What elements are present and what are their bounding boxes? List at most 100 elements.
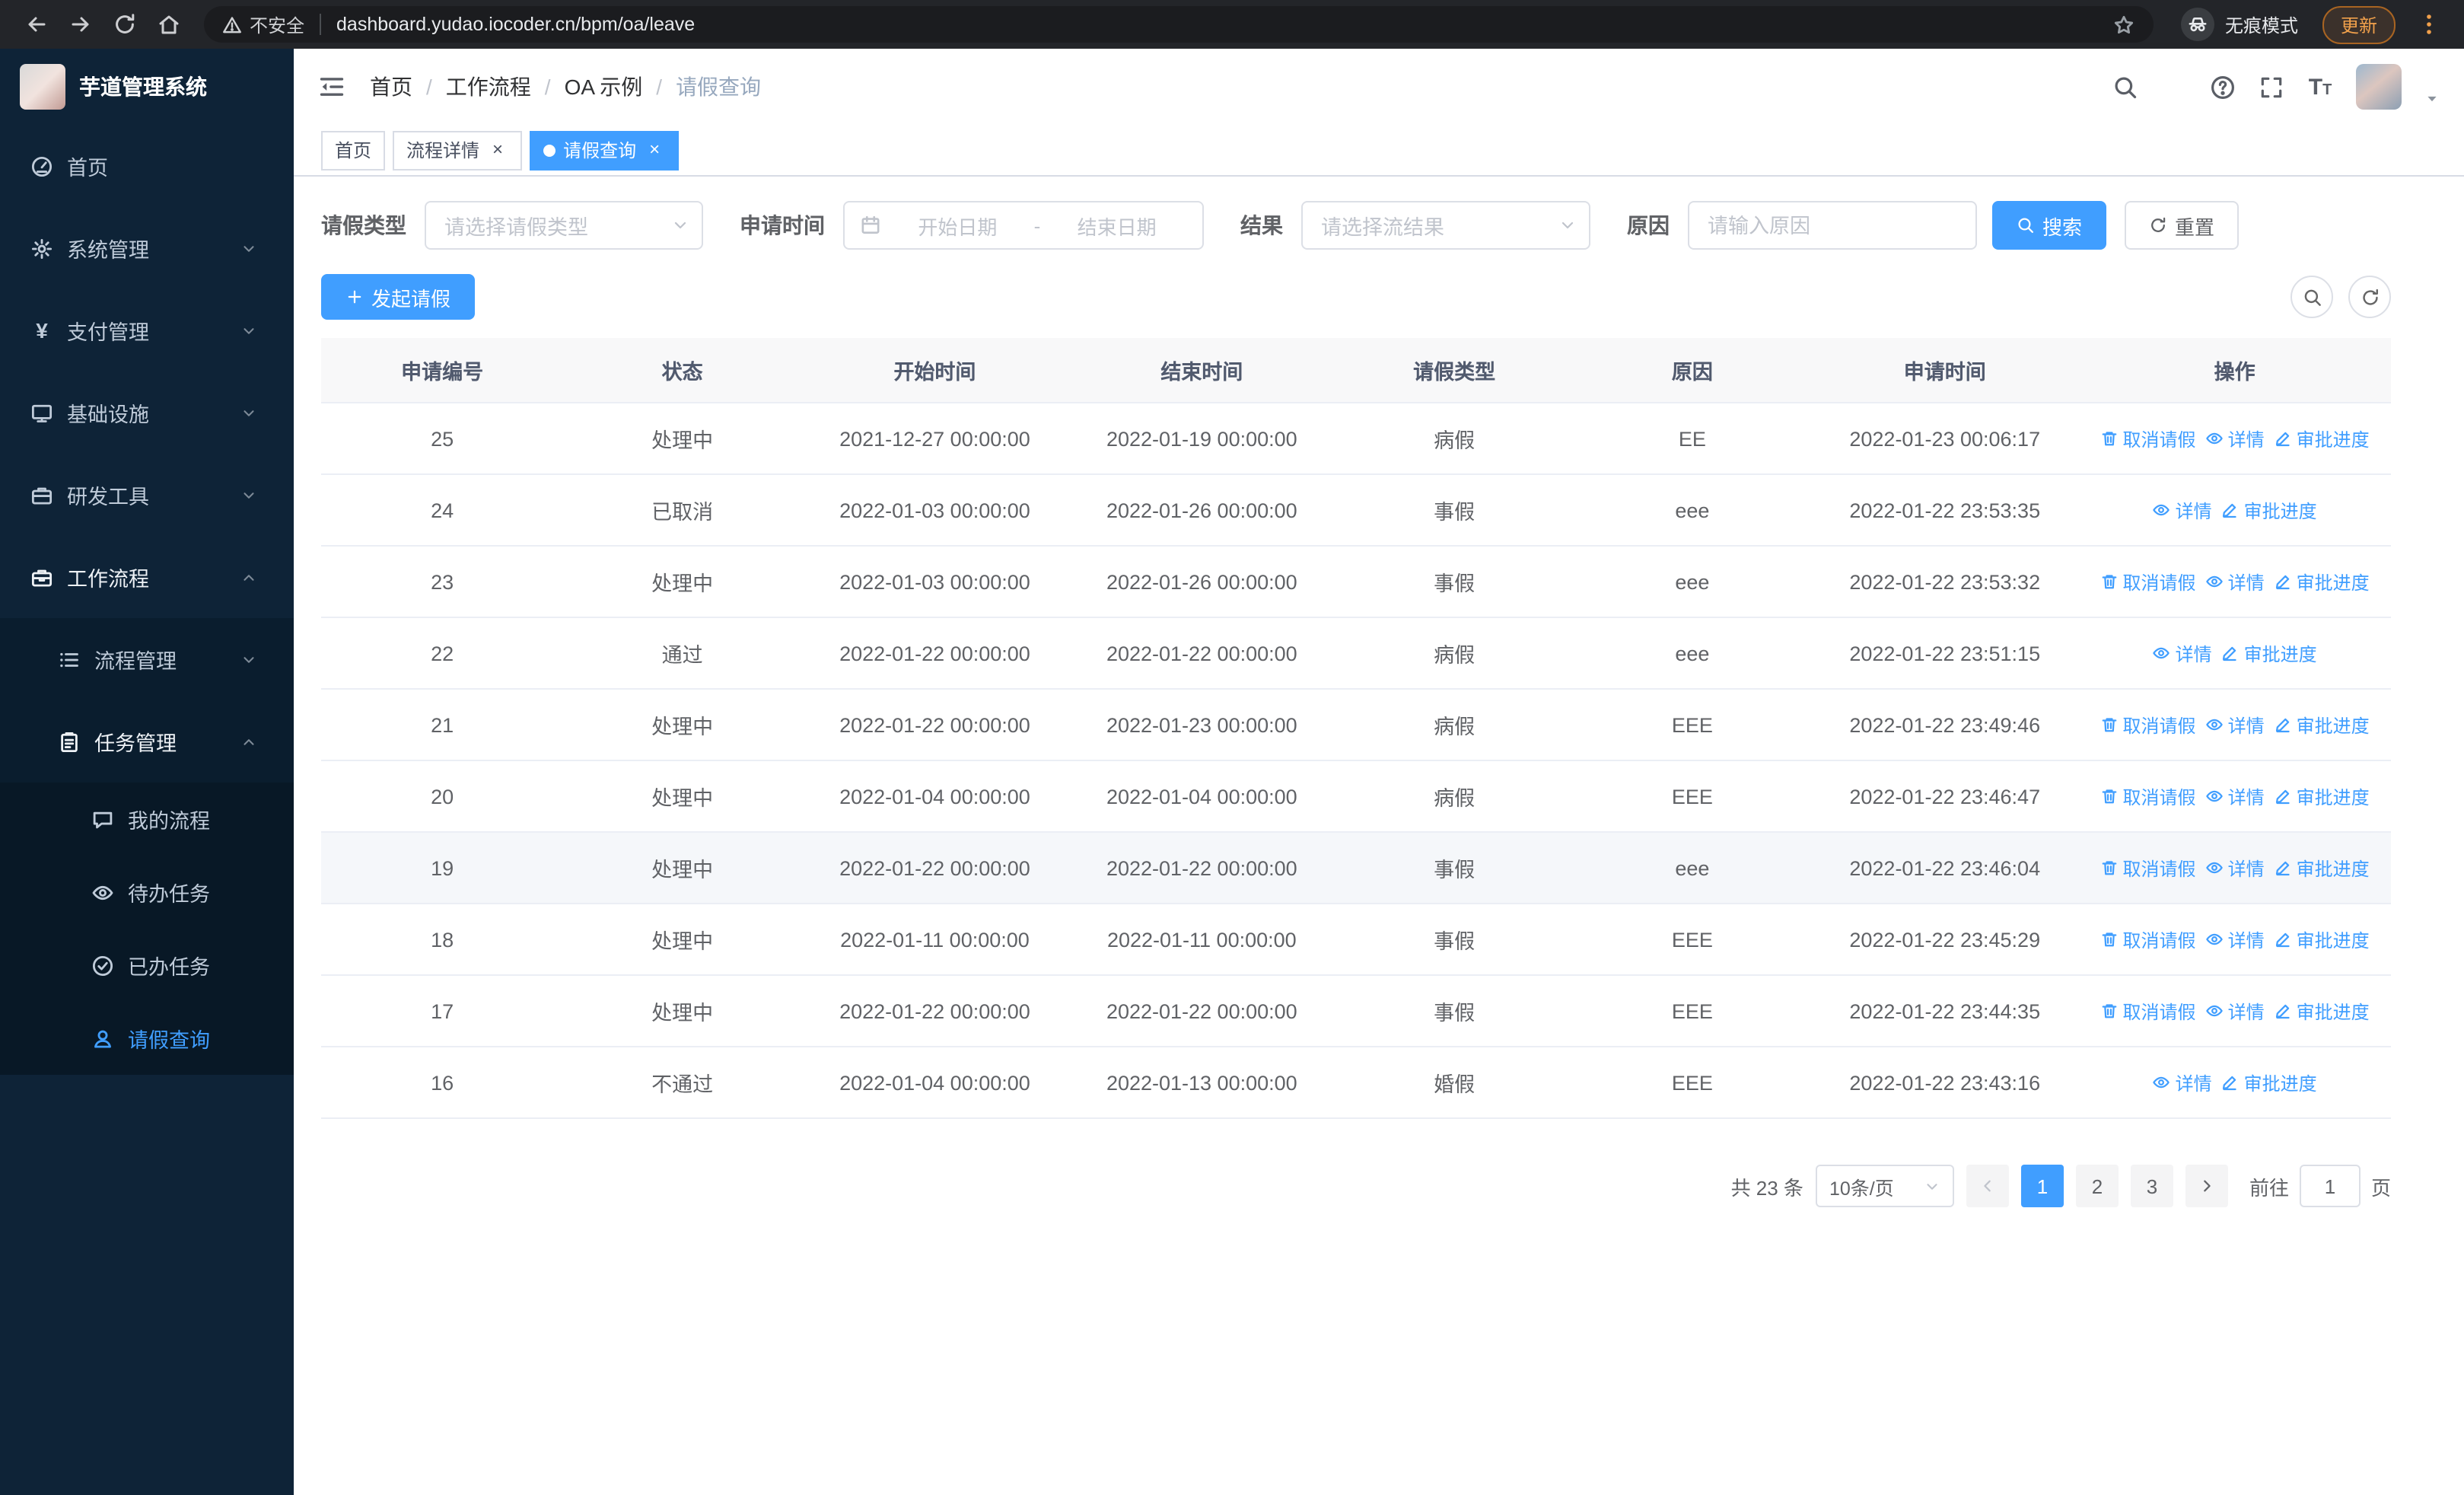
- cell-status: 不通过: [563, 1047, 801, 1119]
- detail-action-link[interactable]: 详情: [2205, 426, 2265, 451]
- sidebar-item-workflow[interactable]: 工作流程: [0, 536, 294, 618]
- breadcrumb-item[interactable]: 首页: [370, 72, 412, 102]
- address-bar[interactable]: 不安全 dashboard.yudao.iocoder.cn/bpm/oa/le…: [204, 6, 2154, 43]
- sidebar-item-system[interactable]: 系统管理: [0, 207, 294, 289]
- detail-action-link[interactable]: 详情: [2205, 783, 2265, 809]
- browser-refresh-button[interactable]: [103, 4, 145, 45]
- user-avatar[interactable]: [2356, 64, 2402, 110]
- close-icon[interactable]: ×: [487, 139, 508, 161]
- font-size-button[interactable]: TT: [2307, 74, 2333, 100]
- apply-time-range-picker[interactable]: 开始日期 - 结束日期: [843, 201, 1204, 250]
- detail-action-link[interactable]: 详情: [2153, 1069, 2212, 1095]
- cancel-action-link[interactable]: 取消请假: [2100, 712, 2196, 738]
- reset-button[interactable]: 重置: [2125, 201, 2240, 250]
- result-select[interactable]: 请选择流结果: [1301, 201, 1590, 250]
- tab-process-detail[interactable]: 流程详情 ×: [393, 130, 523, 170]
- cell-apply_time: 2022-01-22 23:53:35: [1811, 474, 2079, 547]
- progress-action-link[interactable]: 审批进度: [2274, 426, 2370, 451]
- progress-action-link[interactable]: 审批进度: [2221, 640, 2317, 666]
- list-icon: [58, 648, 81, 671]
- cell-reason: EEE: [1573, 904, 1812, 976]
- chat-icon: [91, 808, 114, 830]
- detail-action-link[interactable]: 详情: [2205, 998, 2265, 1024]
- sidebar-item-home[interactable]: 首页: [0, 125, 294, 207]
- browser-forward-button[interactable]: [59, 4, 100, 45]
- cell-end_time: 2022-01-22 00:00:00: [1068, 832, 1335, 904]
- page-size-select[interactable]: 10条/页: [1815, 1165, 1954, 1207]
- browser-menu-button[interactable]: [2408, 4, 2449, 45]
- tab-home[interactable]: 首页: [321, 130, 386, 170]
- table-search-button[interactable]: [2291, 276, 2333, 318]
- table-refresh-button[interactable]: [2348, 276, 2391, 318]
- cell-apply_time: 2022-01-23 00:06:17: [1811, 403, 2079, 475]
- cancel-action-link[interactable]: 取消请假: [2100, 783, 2196, 809]
- sidebar-item-infrastructure[interactable]: 基础设施: [0, 371, 294, 454]
- sidebar-item-task-management[interactable]: 任务管理: [0, 700, 294, 783]
- browser-home-button[interactable]: [148, 4, 189, 45]
- reason-input[interactable]: [1688, 201, 1977, 250]
- detail-action-link[interactable]: 详情: [2153, 640, 2212, 666]
- progress-action-link[interactable]: 审批进度: [2221, 1069, 2317, 1095]
- sidebar-item-todo-task[interactable]: 待办任务: [0, 856, 294, 929]
- table-row: 24 已取消 2022-01-03 00:00:00 2022-01-26 00:00…: [321, 474, 2391, 547]
- next-page-button[interactable]: [2185, 1165, 2228, 1207]
- progress-action-link[interactable]: 审批进度: [2274, 712, 2370, 738]
- detail-action-link[interactable]: 详情: [2205, 855, 2265, 881]
- header-search-button[interactable]: [2112, 74, 2138, 100]
- leave-type-select[interactable]: 请选择请假类型: [425, 201, 703, 250]
- close-icon[interactable]: ×: [644, 139, 665, 161]
- cell-status: 处理中: [563, 546, 801, 618]
- page-numbers: 123: [2020, 1165, 2173, 1207]
- sidebar-item-process-management[interactable]: 流程管理: [0, 618, 294, 700]
- search-submit-button[interactable]: 搜索: [1992, 201, 2107, 250]
- sidebar-item-done-task[interactable]: 已办任务: [0, 929, 294, 1002]
- sidebar-item-my-process[interactable]: 我的流程: [0, 783, 294, 856]
- tab-leave-query[interactable]: 请假查询 ×: [530, 130, 680, 170]
- cancel-action-link[interactable]: 取消请假: [2100, 998, 2196, 1024]
- progress-action-link[interactable]: 审批进度: [2274, 998, 2370, 1024]
- goto-page-input[interactable]: [2299, 1165, 2361, 1207]
- detail-action-link[interactable]: 详情: [2205, 712, 2265, 738]
- prev-page-button[interactable]: [1966, 1165, 2009, 1207]
- page-number-2[interactable]: 2: [2075, 1165, 2119, 1207]
- page-unit-label: 页: [2370, 1176, 2391, 1199]
- sidebar-item-leave-query[interactable]: 请假查询: [0, 1002, 294, 1075]
- search-icon: [2017, 216, 2035, 234]
- breadcrumb-item[interactable]: OA 示例: [565, 72, 643, 102]
- progress-action-link[interactable]: 审批进度: [2274, 926, 2370, 952]
- github-link[interactable]: [2161, 74, 2187, 100]
- sidebar-toggle-button[interactable]: [318, 73, 345, 100]
- progress-action-link[interactable]: 审批进度: [2274, 569, 2370, 594]
- sidebar-item-devtools[interactable]: 研发工具: [0, 454, 294, 536]
- create-leave-button[interactable]: 发起请假: [321, 274, 476, 320]
- cancel-action-link[interactable]: 取消请假: [2100, 926, 2196, 952]
- security-chip[interactable]: 不安全: [222, 11, 304, 37]
- divider: [320, 14, 322, 35]
- detail-action-link[interactable]: 详情: [2153, 497, 2212, 523]
- browser-back-button[interactable]: [15, 4, 56, 45]
- cancel-action-link[interactable]: 取消请假: [2100, 426, 2196, 451]
- detail-action-link[interactable]: 详情: [2205, 926, 2265, 952]
- detail-action-link[interactable]: 详情: [2205, 569, 2265, 594]
- fullscreen-button[interactable]: [2259, 74, 2284, 100]
- page-size-label: 10条/页: [1829, 1178, 1894, 1199]
- help-button[interactable]: [2210, 74, 2236, 100]
- sidebar-item-payment[interactable]: ¥ 支付管理: [0, 289, 294, 371]
- page-number-1[interactable]: 1: [2020, 1165, 2064, 1207]
- progress-action-link[interactable]: 审批进度: [2274, 783, 2370, 809]
- browser-chrome: 不安全 dashboard.yudao.iocoder.cn/bpm/oa/le…: [0, 0, 2464, 49]
- page-number-3[interactable]: 3: [2130, 1165, 2173, 1207]
- caret-down-icon[interactable]: [2424, 91, 2440, 107]
- cancel-action-link[interactable]: 取消请假: [2100, 569, 2196, 594]
- cell-end_time: 2022-01-04 00:00:00: [1068, 760, 1335, 833]
- app-logo[interactable]: 芋道管理系统: [0, 49, 294, 125]
- update-button[interactable]: 更新: [2322, 5, 2396, 43]
- progress-action-link[interactable]: 审批进度: [2274, 855, 2370, 881]
- cancel-action-link[interactable]: 取消请假: [2100, 855, 2196, 881]
- bookmark-star-icon[interactable]: [2112, 13, 2135, 36]
- app-root: 芋道管理系统 首页 系统管理 ¥ 支付管理 基础设施 研发工具 工作流程 流程管理 任务管理 我的…: [0, 49, 2464, 1495]
- chevron-up-icon: [240, 569, 257, 585]
- cell-status: 已取消: [563, 474, 801, 547]
- progress-action-link[interactable]: 审批进度: [2221, 497, 2317, 523]
- breadcrumb-item[interactable]: 工作流程: [446, 72, 531, 102]
